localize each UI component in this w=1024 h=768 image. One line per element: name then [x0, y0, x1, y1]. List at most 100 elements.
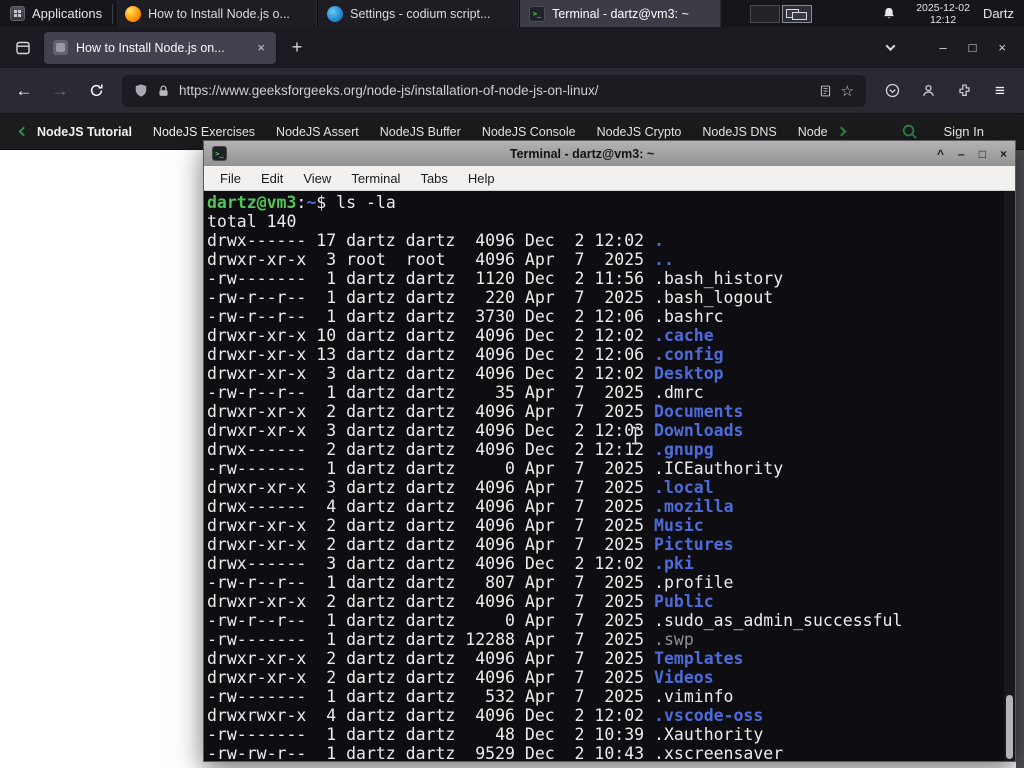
terminal-line: dartz@vm3:~$ ls -la: [207, 193, 396, 212]
terminal-menu-tabs[interactable]: Tabs: [410, 171, 457, 186]
search-icon[interactable]: [901, 123, 918, 140]
url-text[interactable]: https://www.geeksforgeeks.org/node-js/in…: [179, 83, 810, 98]
terminal-line: drwx------ 3 dartz dartz 4096 Dec 2 12:0…: [207, 554, 694, 573]
terminal-minimize-button[interactable]: –: [958, 148, 965, 160]
gfg-nav-link[interactable]: NodeJS Crypto: [597, 125, 682, 139]
back-button[interactable]: ←: [8, 76, 40, 106]
terminal-line: -rw-r--r-- 1 dartz dartz 3730 Dec 2 12:0…: [207, 307, 724, 326]
applications-menu-button[interactable]: Applications: [0, 0, 112, 27]
page-scrollbar[interactable]: [1016, 150, 1024, 768]
terminal-menu-edit[interactable]: Edit: [251, 171, 293, 186]
terminal-output: dartz@vm3:~$ ls -la total 140 drwx------ 1…: [207, 193, 1003, 761]
workspace-2[interactable]: [782, 4, 813, 23]
firefox-icon: [125, 5, 142, 22]
taskbar-item[interactable]: How to Install Node.js o...: [115, 0, 318, 27]
gfg-nav-link[interactable]: NodeJS Exercises: [153, 125, 255, 139]
window-close-button[interactable]: ×: [998, 41, 1006, 54]
mini-window: [792, 11, 808, 20]
terminal-line: drwxr-xr-x 13 dartz dartz 4096 Dec 2 12:…: [207, 345, 724, 364]
nav-scroll-right-icon[interactable]: [832, 126, 851, 137]
user-menu[interactable]: Dartz: [983, 6, 1014, 21]
terminal-line: drwx------ 4 dartz dartz 4096 Apr 7 2025…: [207, 497, 734, 516]
workspace-pager[interactable]: [750, 4, 813, 23]
top-panel: Applications How to Install Node.js o...…: [0, 0, 1024, 27]
terminal-maximize-button[interactable]: □: [979, 148, 986, 160]
panel-separator: [112, 3, 114, 24]
terminal-close-button[interactable]: ×: [1000, 148, 1007, 160]
terminal-line: drwxr-xr-x 3 dartz dartz 4096 Dec 2 12:0…: [207, 421, 744, 440]
terminal-scrollbar[interactable]: [1004, 191, 1015, 761]
terminal-line: drwx------ 17 dartz dartz 4096 Dec 2 12:…: [207, 231, 664, 250]
window-minimize-button[interactable]: –: [939, 41, 946, 54]
terminal-rollup-button[interactable]: ^: [937, 148, 944, 160]
terminal-line: drwxrwxr-x 4 dartz dartz 4096 Dec 2 12:0…: [207, 706, 764, 725]
terminal-line: drwxr-xr-x 2 dartz dartz 4096 Apr 7 2025…: [207, 535, 734, 554]
terminal-line: -rw-r--r-- 1 dartz dartz 807 Apr 7 2025 …: [207, 573, 734, 592]
navigation-toolbar: ← → https://www.geeksforgeeks.org/node-j…: [0, 68, 1024, 114]
taskbar-item[interactable]: >_ Terminal - dartz@vm3: ~: [519, 0, 722, 27]
gfg-nav-link[interactable]: NodeJS Tutorial: [37, 125, 132, 139]
clock-date: 2025-12-02: [916, 1, 970, 14]
scrollbar-thumb[interactable]: [1006, 695, 1013, 759]
terminal-title: Terminal - dartz@vm3: ~: [509, 146, 655, 161]
terminal-titlebar[interactable]: >_ Terminal - dartz@vm3: ~ ^ – □ ×: [204, 141, 1015, 166]
tab-title: How to Install Node.js on...: [76, 40, 225, 55]
sign-in-button[interactable]: Sign In: [944, 124, 984, 139]
new-tab-button[interactable]: +: [282, 33, 312, 63]
terminal-menu-file[interactable]: File: [210, 171, 251, 186]
terminal-menubar: File Edit View Terminal Tabs Help: [204, 166, 1015, 191]
browser-window-controls: – □ ×: [911, 41, 1016, 54]
account-icon[interactable]: [912, 76, 944, 106]
workspace-1[interactable]: [750, 4, 781, 23]
terminal-menu-terminal[interactable]: Terminal: [341, 171, 410, 186]
tab-favicon: [53, 40, 68, 55]
terminal-line: -rw-r--r-- 1 dartz dartz 220 Apr 7 2025 …: [207, 288, 774, 307]
terminal-line: total 140: [207, 212, 297, 231]
nav-scroll-left-icon[interactable]: [14, 126, 33, 137]
terminal-line: -rw-r--r-- 1 dartz dartz 35 Apr 7 2025 .…: [207, 383, 704, 402]
lock-icon[interactable]: [157, 84, 170, 98]
window-maximize-button[interactable]: □: [969, 41, 977, 54]
notification-bell-icon[interactable]: [882, 6, 896, 21]
terminal-window: >_ Terminal - dartz@vm3: ~ ^ – □ × File E…: [203, 140, 1016, 762]
tab-close-icon[interactable]: ×: [255, 40, 267, 55]
terminal-app-icon: >_: [212, 146, 227, 161]
taskbar-item[interactable]: Settings - codium script...: [317, 0, 520, 27]
forward-button[interactable]: →: [44, 76, 76, 106]
terminal-line: drwxr-xr-x 2 dartz dartz 4096 Apr 7 2025…: [207, 402, 744, 421]
gfg-nav-link[interactable]: NodeJS Console: [482, 125, 576, 139]
app-menu-button[interactable]: ≡: [984, 76, 1016, 106]
browser-tab[interactable]: How to Install Node.js on... ×: [44, 31, 276, 64]
terminal-line: drwxr-xr-x 2 dartz dartz 4096 Apr 7 2025…: [207, 668, 714, 687]
terminal-icon: >_: [529, 5, 546, 22]
reload-button[interactable]: [80, 76, 112, 106]
reader-mode-icon[interactable]: [819, 84, 832, 98]
terminal-line: -rw-rw-r-- 1 dartz dartz 9529 Dec 2 10:4…: [207, 744, 784, 761]
terminal-menu-help[interactable]: Help: [458, 171, 505, 186]
terminal-line: -rw------- 1 dartz dartz 12288 Apr 7 202…: [207, 630, 694, 649]
tracking-protection-shield-icon[interactable]: [134, 83, 148, 98]
extensions-icon[interactable]: [948, 76, 980, 106]
firefox-view-button[interactable]: [8, 33, 38, 63]
gfg-nav-link[interactable]: NodeJS Buffer: [380, 125, 461, 139]
list-all-tabs-button[interactable]: [875, 33, 905, 63]
chevron-down-icon: [885, 41, 896, 52]
terminal-line: drwxr-xr-x 3 root root 4096 Apr 7 2025 .…: [207, 250, 674, 269]
gfg-nav-link[interactable]: NodeJS Assert: [276, 125, 359, 139]
terminal-menu-view[interactable]: View: [293, 171, 341, 186]
mouse-ibeam-cursor: [630, 426, 641, 450]
taskbar-item-title: Settings - codium script...: [350, 6, 491, 21]
bookmark-star-icon[interactable]: ☆: [841, 82, 854, 100]
panel-clock[interactable]: 2025-12-02 12:12: [916, 2, 970, 26]
taskbar: How to Install Node.js o... Settings - co…: [115, 0, 722, 27]
url-bar[interactable]: https://www.geeksforgeeks.org/node-js/in…: [122, 74, 866, 107]
pocket-icon[interactable]: [876, 76, 908, 106]
gfg-nav-link[interactable]: Node: [798, 125, 828, 139]
terminal-line: drwxr-xr-x 2 dartz dartz 4096 Apr 7 2025…: [207, 516, 704, 535]
codium-icon: [327, 5, 344, 22]
taskbar-item-title: Terminal - dartz@vm3: ~: [552, 6, 689, 21]
gfg-nav-links: NodeJS Tutorial NodeJS Exercises NodeJS As…: [37, 125, 828, 139]
terminal-line: drwxr-xr-x 3 dartz dartz 4096 Apr 7 2025…: [207, 478, 714, 497]
gfg-nav-link[interactable]: NodeJS DNS: [702, 125, 776, 139]
terminal-body[interactable]: dartz@vm3:~$ ls -la total 140 drwx------ 1…: [204, 191, 1015, 761]
